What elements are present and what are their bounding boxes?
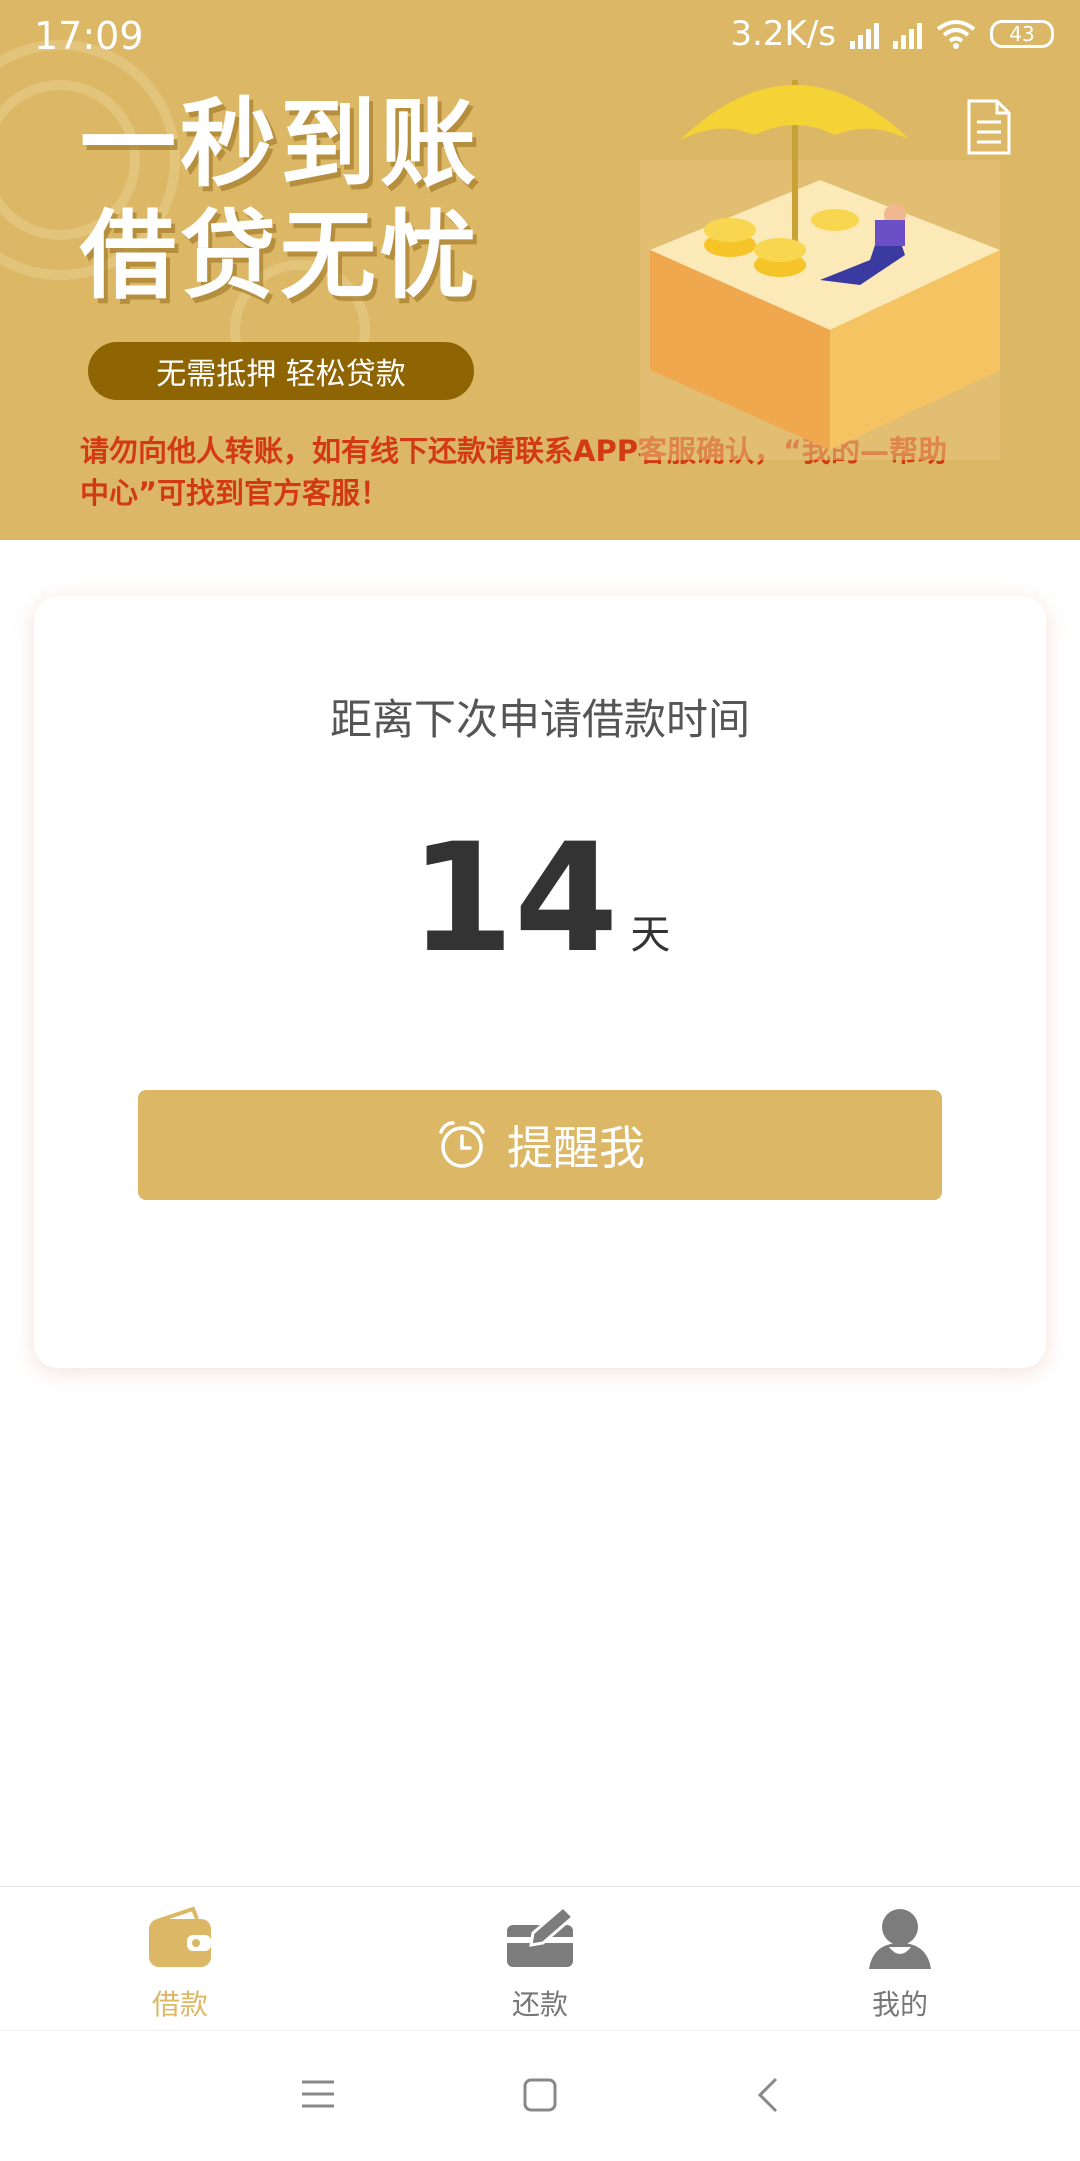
document-icon[interactable]: [966, 98, 1012, 156]
headline-line-1: 一秒到账: [80, 88, 480, 200]
banner-headline: 一秒到账 借贷无忧: [80, 88, 480, 312]
tab-loan[interactable]: 借款: [0, 1887, 360, 2031]
bottom-tab-bar: 借款 还款 我的: [0, 1886, 1080, 2031]
network-speed: 3.2K/s: [730, 14, 836, 54]
tab-repay[interactable]: 还款: [360, 1887, 720, 2031]
tab-loan-label: 借款: [151, 1988, 208, 2021]
user-icon: [869, 1909, 931, 1969]
next-apply-label: 距离下次申请借款时间: [329, 695, 750, 744]
system-navigation-bar: [0, 2030, 1080, 2161]
wifi-icon: [936, 20, 976, 49]
signal-icon: [850, 19, 879, 49]
back-icon[interactable]: [756, 2077, 780, 2113]
battery-icon: 43: [990, 20, 1054, 48]
headline-line-2: 借贷无忧: [80, 200, 480, 312]
wallet-icon: [149, 1906, 211, 1967]
status-time: 17:09: [34, 14, 144, 58]
tab-mine[interactable]: 我的: [720, 1887, 1080, 2031]
tab-mine-label: 我的: [871, 1988, 928, 2021]
tab-repay-label: 还款: [511, 1988, 568, 2021]
days-number: 14: [409, 812, 619, 986]
alarm-clock-icon: [439, 1121, 485, 1168]
banner-pill: 无需抵押 轻松贷款: [88, 342, 474, 400]
days-countdown: 14 天: [34, 824, 1046, 974]
remind-me-button[interactable]: 提醒我: [138, 1090, 942, 1200]
signal-icon: [893, 19, 922, 49]
umbrella-coins-illustration: [640, 80, 1000, 460]
remind-me-label: 提醒我: [507, 1121, 645, 1175]
home-icon[interactable]: [522, 2077, 558, 2113]
repay-card-icon: [507, 1904, 576, 1967]
next-loan-card: 距离下次申请借款时间 14 天 提醒我: [34, 596, 1046, 1368]
promo-banner[interactable]: 17:09 3.2K/s 43 一秒到账 借贷无忧 无需抵押 轻松贷款 请勿向他…: [0, 0, 1080, 540]
menu-icon[interactable]: [300, 2077, 336, 2111]
days-unit: 天: [630, 912, 671, 958]
